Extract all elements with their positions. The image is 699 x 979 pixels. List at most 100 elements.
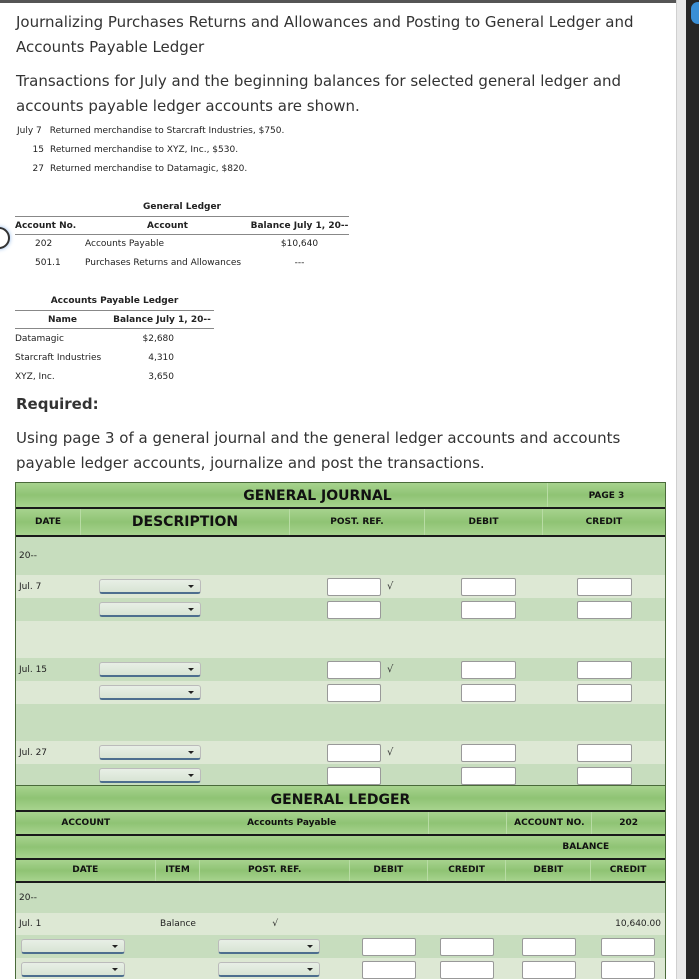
col-balance-debit: DEBIT [506,860,592,881]
year-label: 20-- [19,551,37,561]
post-ref-input[interactable] [327,743,381,762]
col-post-ref: POST. REF. [290,509,425,535]
journal-header: DATE DESCRIPTION POST. REF. DEBIT CREDIT [16,509,665,537]
page-title: Journalizing Purchases Returns and Allow… [16,13,634,56]
debit-input[interactable] [361,960,416,979]
credit-input[interactable] [576,743,632,762]
vendor-balance: 3,650 [148,372,174,382]
description-dropdown[interactable] [99,685,201,700]
account-name: Accounts Payable [247,818,337,828]
balance-debit-input[interactable] [521,960,576,979]
credit-input[interactable] [576,660,632,679]
balance-debit-input[interactable] [521,937,576,956]
check-mark-icon: √ [387,581,394,592]
description-dropdown[interactable] [99,602,201,617]
scrollbar[interactable] [676,0,686,979]
app-icon[interactable] [691,2,699,24]
col-account: Account [147,221,188,231]
table-row: Datamagic $2,680 [15,329,214,348]
vendor-balance: 4,310 [148,353,174,363]
vendor-name: Datamagic [15,334,64,344]
description-dropdown[interactable] [99,768,201,783]
table-row: 501.1 Purchases Returns and Allowances -… [15,254,349,273]
ledger-row [16,935,665,958]
post-ref-input[interactable] [327,600,381,619]
ledger-year-row: 20-- [16,883,665,913]
account-balance: --- [294,258,305,268]
balance-credit-input[interactable] [601,937,656,956]
ledger-account-bar: ACCOUNT Accounts Payable ACCOUNT NO. 202 [16,812,665,836]
transaction-date: 15 [32,145,44,155]
table-row: Starcraft Industries 4,310 [15,348,214,367]
journal-row: Jul. 15 √ [16,658,665,681]
journal-row: Jul. 27 √ [16,741,665,764]
credit-input[interactable] [440,960,495,979]
col-post-ref: POST. REF. [200,860,350,881]
account-name: Accounts Payable [85,239,165,249]
description-dropdown[interactable] [99,745,201,760]
required-heading: Required: [16,395,99,413]
general-journal: GENERAL JOURNAL PAGE 3 DATE DESCRIPTION … [15,482,666,788]
account-no: 202 [35,239,53,249]
ledger-opening-row: Jul. 1 Balance √ 10,640.00 [16,913,665,935]
entry-item: Balance [160,919,196,929]
debit-input[interactable] [460,766,516,785]
debit-input[interactable] [460,683,516,702]
content-page: Journalizing Purchases Returns and Allow… [0,3,676,979]
post-ref-input[interactable] [327,660,381,679]
col-balance: Balance July 1, 20-- [113,315,211,325]
entry-date: Jul. 1 [19,919,42,929]
side-circle-button[interactable] [0,227,10,249]
debit-input[interactable] [460,577,516,596]
transaction-item: July 7 Returned merchandise to Starcraft … [17,126,284,136]
credit-input[interactable] [576,577,632,596]
account-no: 202 [591,812,665,834]
intro-text: Transactions for July and the beginning … [16,72,622,115]
entry-date: Jul. 27 [19,747,48,758]
debit-input[interactable] [361,937,416,956]
description-dropdown[interactable] [99,662,201,677]
post-ref-input[interactable] [327,766,381,785]
transaction-text: Returned merchandise to XYZ, Inc., $530. [50,145,239,155]
transaction-text: Returned merchandise to Starcraft Indust… [49,126,285,136]
balance-credit-input[interactable] [601,960,656,979]
post-ref-input[interactable] [327,683,381,702]
col-debit: DEBIT [425,509,543,535]
col-date: DATE [16,860,156,881]
journal-row [16,681,665,704]
credit-input[interactable] [576,766,632,785]
general-ledger-reference-table: General Ledger Account No. Account Balan… [15,200,349,273]
col-debit: DEBIT [350,860,428,881]
table-caption: General Ledger [143,202,221,212]
ledger-title: GENERAL LEDGER [16,786,665,812]
journal-blank-row [16,621,665,658]
ap-ledger-reference-table: Accounts Payable Ledger Name Balance Jul… [15,294,214,386]
table-caption: Accounts Payable Ledger [50,296,179,306]
table-row: XYZ, Inc. 3,650 [15,367,214,386]
debit-input[interactable] [460,660,516,679]
credit-input[interactable] [576,683,632,702]
table-header: Account No. Account Balance July 1, 20-- [15,216,349,235]
debit-input[interactable] [460,743,516,762]
account-balance: $10,640 [280,239,319,249]
side-panel-edge [686,0,699,979]
credit-input[interactable] [576,600,632,619]
debit-input[interactable] [460,600,516,619]
description-dropdown[interactable] [99,579,201,594]
credit-input[interactable] [440,937,495,956]
date-dropdown[interactable] [21,962,125,977]
vendor-balance: $2,680 [142,334,175,344]
account-label: ACCOUNT [61,818,111,828]
entry-date: Jul. 7 [19,581,42,592]
date-dropdown[interactable] [21,939,125,954]
post-ref-input[interactable] [327,577,381,596]
post-ref-dropdown[interactable] [218,962,321,977]
instructions-text: Using page 3 of a general journal and th… [16,429,621,472]
balance-header-bar: BALANCE [16,836,665,860]
check-mark-icon: √ [387,664,394,675]
col-account-no: Account No. [15,221,77,231]
post-ref-dropdown[interactable] [218,939,321,954]
transaction-item: 15 Returned merchandise to XYZ, Inc., $53… [13,145,239,155]
journal-row: Jul. 7 √ [16,575,665,598]
journal-row [16,598,665,621]
